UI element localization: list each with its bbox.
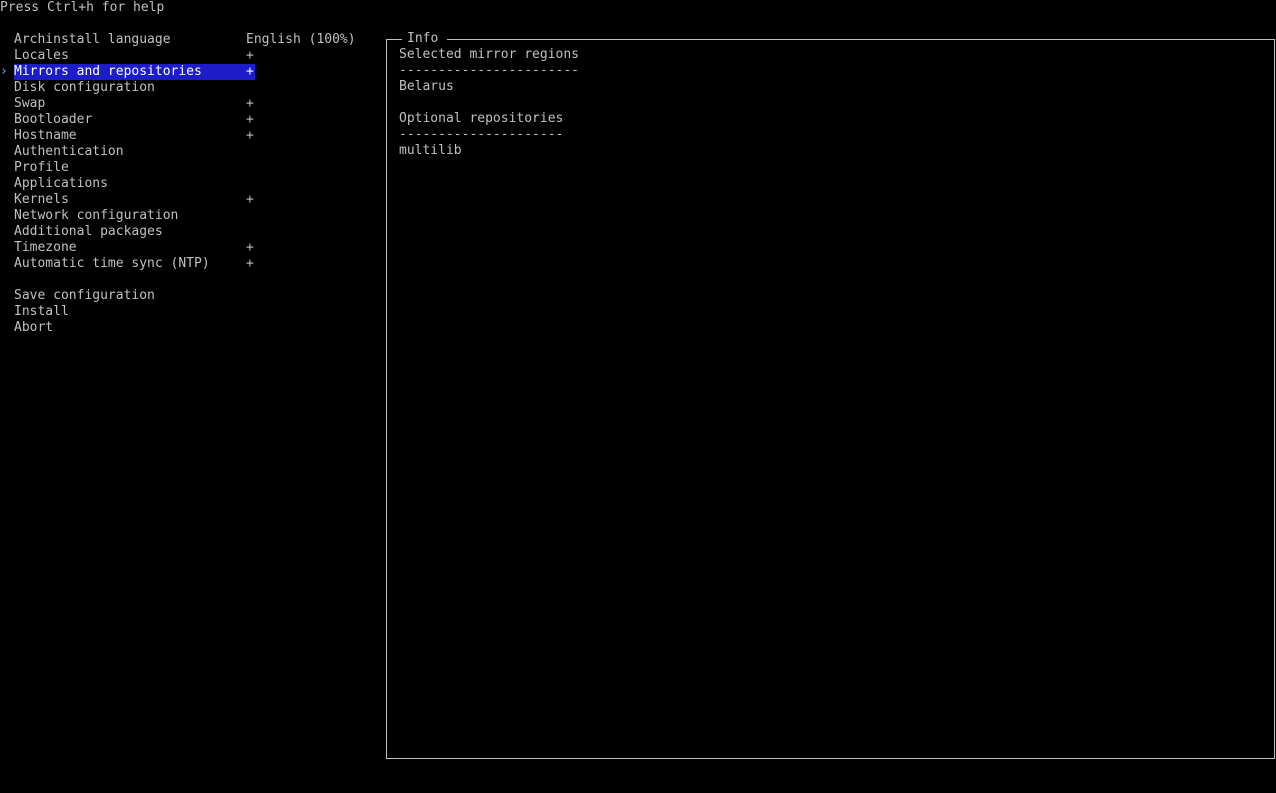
selection-cursor-icon: › <box>0 64 8 79</box>
optional-repository-value: multilib <box>399 143 462 158</box>
menu-item-label: Hostname <box>14 128 77 143</box>
optional-repositories-rule: --------------------- <box>399 127 564 142</box>
menu-item-value: + <box>246 96 254 111</box>
menu-item-label: Additional packages <box>14 224 163 239</box>
mirror-region-value: Belarus <box>399 79 454 94</box>
menu-item-label: Mirrors and repositories <box>14 64 202 80</box>
menu-action-save-configuration[interactable]: Save configuration <box>0 288 380 304</box>
menu-action-label: Install <box>14 304 69 319</box>
menu-item-label: Swap <box>14 96 46 111</box>
menu-item-label: Automatic time sync (NTP) <box>14 256 210 271</box>
help-hint: Press Ctrl+h for help <box>0 0 165 15</box>
menu-item-label: Kernels <box>14 192 69 207</box>
menu-item-value: + <box>246 240 254 255</box>
menu-item-automatic-time-sync[interactable]: Automatic time sync (NTP) + <box>0 256 380 272</box>
menu-item-profile[interactable]: Profile <box>0 160 380 176</box>
menu-item-label: Bootloader <box>14 112 93 127</box>
menu-item-value: + <box>246 48 254 63</box>
menu-item-kernels[interactable]: Kernels + <box>0 192 380 208</box>
menu-item-value: + <box>246 192 254 207</box>
menu-item-label: Authentication <box>14 144 124 159</box>
menu-item-archinstall-language[interactable]: Archinstall language English (100%) <box>0 32 380 48</box>
info-content: Selected mirror regions ----------------… <box>399 47 579 159</box>
menu-action-abort[interactable]: Abort <box>0 320 380 336</box>
menu-action-label: Save configuration <box>14 288 155 303</box>
menu-item-label: Locales <box>14 48 69 63</box>
menu-item-label: Disk configuration <box>14 80 155 95</box>
mirror-regions-rule: ----------------------- <box>399 63 580 78</box>
menu-item-label: Timezone <box>14 240 77 255</box>
menu-item-hostname[interactable]: Hostname + <box>0 128 380 144</box>
info-panel-title: Info <box>407 31 439 46</box>
menu-action-label: Abort <box>14 320 54 335</box>
info-border-top-right <box>447 39 1275 40</box>
menu-item-authentication[interactable]: Authentication <box>0 144 380 160</box>
menu-item-label: Network configuration <box>14 208 179 223</box>
menu-item-value: + <box>246 112 254 127</box>
menu-item-label: Archinstall language <box>14 32 171 47</box>
menu-item-label: Applications <box>14 176 108 191</box>
menu-item-label: Profile <box>14 160 69 175</box>
main-menu: Archinstall language English (100%) Loca… <box>0 32 380 336</box>
menu-item-locales[interactable]: Locales + <box>0 48 380 64</box>
mirror-regions-heading: Selected mirror regions <box>399 47 580 62</box>
info-panel: Info Selected mirror regions -----------… <box>386 31 1275 759</box>
menu-item-timezone[interactable]: Timezone + <box>0 240 380 256</box>
info-border-top-left <box>386 39 402 40</box>
menu-item-disk-configuration[interactable]: Disk configuration <box>0 80 380 96</box>
menu-item-value: English (100%) <box>246 32 356 47</box>
menu-item-mirrors-and-repositories[interactable]: › Mirrors and repositories + <box>0 64 380 80</box>
menu-item-value: + <box>246 64 254 79</box>
menu-item-bootloader[interactable]: Bootloader + <box>0 112 380 128</box>
menu-item-applications[interactable]: Applications <box>0 176 380 192</box>
menu-item-swap[interactable]: Swap + <box>0 96 380 112</box>
menu-item-additional-packages[interactable]: Additional packages <box>0 224 380 240</box>
menu-item-value: + <box>246 256 254 271</box>
menu-action-install[interactable]: Install <box>0 304 380 320</box>
info-blank-line <box>399 95 579 111</box>
menu-item-value: + <box>246 128 254 143</box>
menu-item-network-configuration[interactable]: Network configuration <box>0 208 380 224</box>
optional-repositories-heading: Optional repositories <box>399 111 564 126</box>
menu-spacer <box>0 272 380 288</box>
